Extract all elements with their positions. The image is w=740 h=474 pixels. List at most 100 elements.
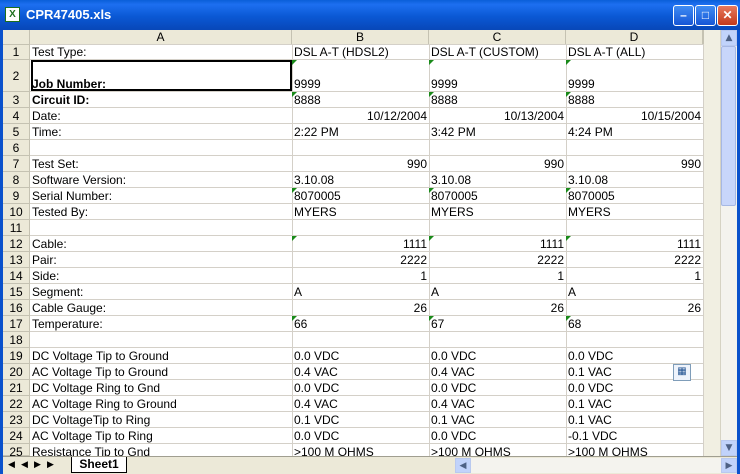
cell-c9[interactable]: 8070005 — [429, 188, 566, 204]
cell-c8[interactable]: 3.10.08 — [429, 172, 566, 188]
cell-a20[interactable]: AC Voltage Tip to Ground — [30, 364, 292, 380]
cell-b17[interactable]: 66 — [292, 316, 429, 332]
cell-b14[interactable]: 1 — [292, 268, 429, 284]
row-header[interactable]: 20 — [3, 364, 30, 380]
cell-a4[interactable]: Date: — [30, 108, 292, 124]
cell-a7[interactable]: Test Set: — [30, 156, 292, 172]
scroll-right-button[interactable]: ▶ — [721, 458, 737, 473]
row-header[interactable]: 24 — [3, 428, 30, 444]
cell-a21[interactable]: DC Voltage Ring to Gnd — [30, 380, 292, 396]
cell-b12[interactable]: 1111 — [292, 236, 429, 252]
cell-b9[interactable]: 8070005 — [292, 188, 429, 204]
cell-d11[interactable] — [566, 220, 703, 236]
cell-d1[interactable]: DSL A-T (ALL) — [566, 44, 703, 60]
cell-c20[interactable]: 0.4 VAC — [429, 364, 566, 380]
row-header[interactable]: 25 — [3, 444, 30, 459]
cell-c10[interactable]: MYERS — [429, 204, 566, 220]
cell-c18[interactable] — [429, 332, 566, 348]
cell-c17[interactable]: 67 — [429, 316, 566, 332]
cell-a6[interactable] — [30, 140, 292, 156]
cell-b22[interactable]: 0.4 VAC — [292, 396, 429, 412]
cell-d15[interactable]: A — [566, 284, 703, 300]
row-header[interactable]: 9 — [3, 188, 30, 204]
cell-d14[interactable]: 1 — [566, 268, 703, 284]
cell-a17[interactable]: Temperature: — [30, 316, 292, 332]
cell-d5[interactable]: 4:24 PM — [566, 124, 703, 140]
cell-a11[interactable] — [30, 220, 292, 236]
minimize-button[interactable]: – — [673, 5, 694, 26]
cell-d12[interactable]: 1111 — [566, 236, 703, 252]
cell-b15[interactable]: A — [292, 284, 429, 300]
close-button[interactable]: ✕ — [717, 5, 738, 26]
row-header[interactable]: 14 — [3, 268, 30, 284]
row-header[interactable]: 13 — [3, 252, 30, 268]
cell-c22[interactable]: 0.4 VAC — [429, 396, 566, 412]
cell-c2[interactable]: 9999 — [429, 76, 566, 92]
cell-a14[interactable]: Side: — [30, 268, 292, 284]
cell-b6[interactable] — [292, 140, 429, 156]
row-header[interactable]: 18 — [3, 332, 30, 348]
cell-c24[interactable]: 0.0 VDC — [429, 428, 566, 444]
row-header[interactable]: 11 — [3, 220, 30, 236]
active-cell-a2[interactable] — [31, 60, 292, 91]
error-indicator-icon[interactable] — [429, 188, 434, 193]
cell-c1[interactable]: DSL A-T (CUSTOM) — [429, 44, 566, 60]
first-sheet-icon[interactable]: ◀ — [8, 459, 15, 472]
cell-d2[interactable]: 9999 — [566, 76, 703, 92]
cell-d23[interactable]: 0.1 VAC — [566, 412, 703, 428]
column-header-c[interactable]: C — [429, 30, 566, 45]
cell-c6[interactable] — [429, 140, 566, 156]
cell-b13[interactable]: 2222 — [292, 252, 429, 268]
error-indicator-icon[interactable] — [292, 92, 297, 97]
cell-a10[interactable]: Tested By: — [30, 204, 292, 220]
row-header[interactable]: 2 — [3, 60, 30, 92]
row-header[interactable]: 8 — [3, 172, 30, 188]
cell-a22[interactable]: AC Voltage Ring to Ground — [30, 396, 292, 412]
cell-c19[interactable]: 0.0 VDC — [429, 348, 566, 364]
cell-d16[interactable]: 26 — [566, 300, 703, 316]
cell-d19[interactable]: 0.0 VDC — [566, 348, 703, 364]
cell-b5[interactable]: 2:22 PM — [292, 124, 429, 140]
cell-c16[interactable]: 26 — [429, 300, 566, 316]
cell-b4[interactable]: 10/12/2004 — [292, 108, 429, 124]
error-indicator-icon[interactable] — [566, 60, 571, 65]
row-header[interactable]: 21 — [3, 380, 30, 396]
cell-c4[interactable]: 10/13/2004 — [429, 108, 566, 124]
error-indicator-icon[interactable] — [292, 316, 297, 321]
row-header[interactable]: 15 — [3, 284, 30, 300]
cell-c3[interactable]: 8888 — [429, 92, 566, 108]
cell-d21[interactable]: 0.0 VDC — [566, 380, 703, 396]
row-header[interactable]: 19 — [3, 348, 30, 364]
cell-b24[interactable]: 0.0 VDC — [292, 428, 429, 444]
cell-b1[interactable]: DSL A-T (HDSL2) — [292, 44, 429, 60]
cell-a25[interactable]: Resistance Tip to Gnd — [30, 444, 292, 456]
error-indicator-icon[interactable] — [566, 236, 571, 241]
vertical-scrollbar[interactable]: ▲ ▼ — [704, 30, 737, 456]
cell-a3[interactable]: Circuit ID: — [30, 92, 292, 108]
error-indicator-icon[interactable] — [566, 92, 571, 97]
maximize-button[interactable]: □ — [695, 5, 716, 26]
cell-c21[interactable]: 0.0 VDC — [429, 380, 566, 396]
cell-c14[interactable]: 1 — [429, 268, 566, 284]
cell-d22[interactable]: 0.1 VAC — [566, 396, 703, 412]
error-indicator-icon[interactable] — [292, 60, 297, 65]
select-all-corner[interactable] — [3, 30, 30, 45]
row-header[interactable]: 1 — [3, 45, 30, 60]
cell-d13[interactable]: 2222 — [566, 252, 703, 268]
horizontal-scrollbar[interactable]: ◀ ▶ — [455, 458, 737, 473]
cell-d3[interactable]: 8888 — [566, 92, 703, 108]
cell-d10[interactable]: MYERS — [566, 204, 703, 220]
scroll-up-button[interactable]: ▲ — [721, 30, 737, 46]
cell-b25[interactable]: >100 M OHMS — [292, 444, 429, 456]
cell-c25[interactable]: >100 M OHMS — [429, 444, 566, 456]
cell-d24[interactable]: -0.1 VDC — [566, 428, 703, 444]
row-header[interactable]: 17 — [3, 316, 30, 332]
error-indicator-icon[interactable] — [292, 188, 297, 193]
row-header[interactable]: 3 — [3, 92, 30, 108]
cell-b10[interactable]: MYERS — [292, 204, 429, 220]
error-indicator-icon[interactable] — [429, 236, 434, 241]
column-header-a[interactable]: A — [30, 30, 292, 45]
row-header[interactable]: 12 — [3, 236, 30, 252]
cell-c23[interactable]: 0.1 VAC — [429, 412, 566, 428]
cell-d17[interactable]: 68 — [566, 316, 703, 332]
